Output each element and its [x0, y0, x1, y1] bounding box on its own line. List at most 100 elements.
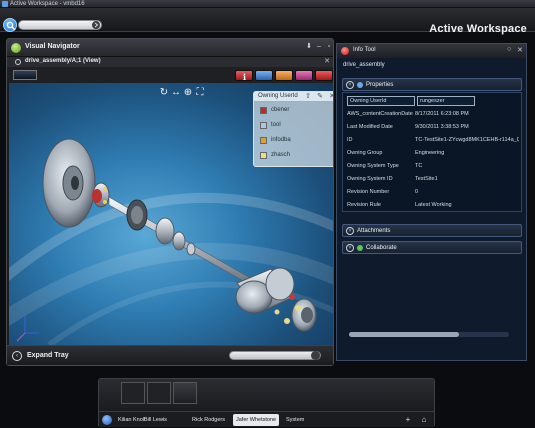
workspace-title: Active Workspace: [429, 23, 527, 35]
expand-tray-bar: ‹ Expand Tray: [7, 345, 333, 365]
property-row: Owning UserId rungeszer: [347, 95, 519, 108]
close-icon[interactable]: ✕: [324, 58, 330, 66]
top-bar: Active Workspace: [0, 8, 535, 35]
tray-search-go-button[interactable]: [311, 351, 320, 360]
people-icon[interactable]: [295, 70, 313, 81]
collaborate-icon: [357, 245, 363, 251]
expand-tray-icon[interactable]: ‹: [12, 351, 22, 361]
tools-icon[interactable]: [275, 70, 293, 81]
add-tab-icon[interactable]: +: [403, 415, 413, 425]
collapse-icon: ˄: [346, 81, 354, 89]
tray-search-input[interactable]: [229, 351, 321, 360]
navigator-icon: [11, 43, 21, 53]
visual-navigator-header: Visual Navigator ⬇ – ▫: [7, 39, 333, 57]
property-value: 9/30/2011 3:38:53 PM: [415, 124, 469, 130]
window-title: Active Workspace - vmbd16: [10, 1, 85, 7]
tray-tab[interactable]: Rick Rodgers: [189, 414, 228, 426]
property-key: Revision Rule: [347, 202, 381, 208]
legend-header: Owning UserId ⇧ ✎ ✕: [254, 92, 333, 102]
property-key: Owning Group: [347, 150, 383, 156]
search-go-button[interactable]: [92, 21, 100, 29]
legend-swatch-orange: [260, 137, 267, 144]
pan-icon[interactable]: ↔: [171, 88, 181, 98]
info-tool-header: Info Tool ○ ✕: [337, 44, 526, 58]
rotate-icon[interactable]: ↻: [159, 88, 169, 98]
properties-label: Properties: [366, 82, 394, 88]
tray-thumbnail[interactable]: [121, 382, 145, 404]
property-row: Owning System ID TestSite1: [347, 173, 519, 186]
color-legend: Owning UserId ⇧ ✎ ✕ cbener tool infodba …: [253, 91, 333, 167]
property-key: Owning UserId: [347, 96, 415, 106]
close-view-icon[interactable]: [315, 70, 333, 81]
package-icon[interactable]: [255, 70, 273, 81]
scrollbar-thumb[interactable]: [349, 332, 459, 337]
info-icon[interactable]: i: [235, 70, 253, 82]
property-value: TestSite1: [415, 176, 438, 182]
app-icon: [2, 1, 8, 7]
collaborate-label: Collaborate: [366, 245, 397, 251]
info-tool-panel: Info Tool ○ ✕ drive_assembly ˄ Propertie…: [336, 43, 527, 361]
minimize-icon[interactable]: –: [315, 43, 323, 51]
property-value: TC-TestSite1-ZYcwgd8MK1CEHB-r114a_QmMu: [415, 137, 519, 143]
collaborate-section-header[interactable]: ˅ Collaborate: [342, 241, 522, 254]
property-row: Owning System Type TC: [347, 160, 519, 173]
property-row: Revision Number 0: [347, 186, 519, 199]
info-close-icon[interactable]: ✕: [517, 46, 523, 54]
navigator-toolbar: i: [7, 67, 333, 83]
legend-label: cbener: [271, 107, 290, 113]
refresh-icon[interactable]: ○: [507, 46, 511, 53]
tray-thumbnail[interactable]: [173, 382, 197, 404]
3d-viewport[interactable]: ↻ ↔ ⊕ ⛶ Owning UserId ⇧ ✎ ✕ cbener tool: [9, 83, 333, 345]
expand-icon: ˅: [346, 227, 354, 235]
property-row: Revision Rule Latest Working: [347, 199, 519, 212]
search-input[interactable]: [18, 20, 102, 30]
maximize-icon[interactable]: ▫: [325, 43, 333, 51]
property-key: Owning System ID: [347, 176, 393, 182]
tray-thumbnail[interactable]: [147, 382, 171, 404]
legend-swatch-blue: [260, 122, 267, 129]
tray-menu-icon[interactable]: ⌂: [419, 415, 429, 425]
zoom-icon[interactable]: ⊕: [183, 88, 193, 98]
tray-tab[interactable]: Bill Lewis: [141, 414, 170, 426]
legend-label: infodba: [271, 137, 291, 143]
object-path-bar: drive_assembly/A;1 (View) ✕: [7, 57, 333, 67]
property-value: 8/17/2011 6:23:08 PM: [415, 111, 469, 117]
drive-shaft: [108, 196, 262, 292]
axis-triad: [16, 315, 39, 342]
pin-icon[interactable]: ⬇: [305, 43, 313, 51]
property-value: 0: [415, 189, 419, 195]
property-value: rungeszer: [417, 96, 475, 106]
tray-tab[interactable]: System: [283, 414, 307, 426]
horizontal-scrollbar[interactable]: [349, 332, 509, 337]
search-icon[interactable]: [3, 18, 17, 32]
legend-edit-icon[interactable]: ✎: [316, 93, 324, 101]
property-key: ID: [347, 137, 353, 143]
property-row: ID TC-TestSite1-ZYcwgd8MK1CEHB-r114a_QmM…: [347, 134, 519, 147]
legend-close-icon[interactable]: ✕: [328, 93, 333, 101]
attachments-label: Attachments: [357, 228, 391, 234]
fit-all-icon[interactable]: ⛶: [195, 88, 205, 98]
user-icon: [102, 415, 112, 425]
back-icon[interactable]: [15, 59, 21, 65]
legend-label: tool: [271, 122, 281, 128]
property-key: Owning System Type: [347, 163, 399, 169]
property-key: Last Modified Date: [347, 124, 393, 130]
window-title-bar: Active Workspace - vmbd16: [0, 0, 535, 8]
property-value: Engineering: [415, 150, 445, 156]
properties-table: Owning UserId rungeszer AWS_contentCreat…: [342, 92, 522, 212]
legend-label: zhasch: [271, 152, 291, 158]
property-row: Last Modified Date 9/30/2011 3:38:53 PM: [347, 121, 519, 134]
visual-navigator-title: Visual Navigator: [25, 43, 80, 50]
properties-icon: [357, 82, 363, 88]
property-value: TC: [415, 163, 423, 169]
tray-tab-active[interactable]: Jafer Whetstone: [233, 414, 280, 426]
property-row: Owning Group Engineering: [347, 147, 519, 160]
legend-up-icon[interactable]: ⇧: [304, 93, 312, 101]
tray-tabs: Kilian Knoll Bill Lewis Rick Rodgers Jaf…: [99, 411, 434, 427]
properties-section-header[interactable]: ˄ Properties: [342, 78, 522, 91]
expand-tray-button[interactable]: Expand Tray: [27, 352, 69, 359]
view-thumbnail[interactable]: [13, 70, 37, 80]
property-value: Latest Working: [415, 202, 452, 208]
attachments-section-header[interactable]: ˅ Attachments: [342, 224, 522, 237]
svg-text:i: i: [243, 72, 246, 82]
